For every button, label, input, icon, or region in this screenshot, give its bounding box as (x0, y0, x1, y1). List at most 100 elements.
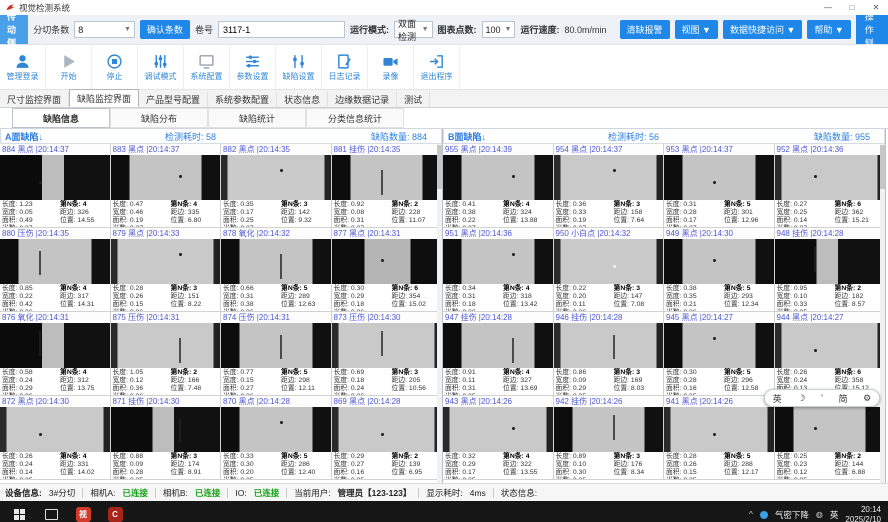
defect-tile[interactable]: 947 挂伤 |20:14:28长度: 0.91宽度: 0.11面积: 0.31… (443, 312, 554, 396)
confirm-strip-button[interactable]: 确认条数 (140, 20, 190, 39)
taskbar-app-2[interactable]: C (100, 501, 130, 522)
defect-tile[interactable]: 955 黑点 |20:14:39长度: 0.41宽度: 0.38面积: 0.22… (443, 144, 554, 228)
defect-tile[interactable]: 943 黑点 |20:14:26长度: 0.32宽度: 0.29面积: 0.17… (443, 396, 554, 480)
start-button[interactable] (4, 501, 34, 522)
tile-header[interactable]: 870 黑点 |20:14:28 (221, 396, 331, 407)
defect-tile[interactable]: 940 黑点 |20:14:26长度: 0.25宽度: 0.23面积: 0.12… (775, 396, 886, 480)
ime-lang-toggle[interactable]: 英 (773, 392, 782, 405)
tile-header[interactable]: 874 压伤 |20:14:31 (221, 312, 331, 323)
tile-header[interactable]: 883 黑点 |20:14:37 (111, 144, 221, 155)
toolbar-button-camera[interactable]: 录像 (368, 45, 414, 89)
strip-count-select[interactable]: 8 ▼ (74, 21, 135, 38)
defect-image[interactable] (443, 239, 553, 284)
defect-tile[interactable]: 884 黑点 |20:14:37长度: 1.23宽度: 0.05面积: 0.49… (0, 144, 111, 228)
defect-tile[interactable]: 944 黑点 |20:14:27长度: 0.26宽度: 0.24面积: 0.13… (775, 312, 886, 396)
defect-tile[interactable]: 949 黑点 |20:14:30长度: 0.38宽度: 0.35面积: 0.21… (664, 228, 775, 312)
defect-image[interactable] (0, 239, 110, 284)
maximize-button[interactable]: □ (840, 0, 864, 15)
tile-header[interactable]: 943 黑点 |20:14:26 (443, 396, 553, 407)
taskbar-app-1[interactable]: 视 (68, 501, 98, 522)
ime-settings-icon[interactable]: ⚙ (863, 393, 871, 404)
main-tab-6[interactable]: 测试 (397, 92, 430, 107)
tile-header[interactable]: 872 黑点 |20:14:30 (0, 396, 110, 407)
defect-tile[interactable]: 953 黑点 |20:14:37长度: 0.31宽度: 0.28面积: 0.17… (664, 144, 775, 228)
sub-tab-1[interactable]: 缺陷分布 (110, 108, 208, 128)
toolbar-button-exit[interactable]: 退出程序 (414, 45, 460, 89)
defect-image[interactable] (664, 323, 774, 368)
defect-image[interactable] (775, 155, 885, 200)
ime-moon-icon[interactable]: ☽ (797, 393, 805, 404)
tile-header[interactable]: 871 挂伤 |20:14:30 (111, 396, 221, 407)
tile-header[interactable]: 949 黑点 |20:14:30 (664, 228, 774, 239)
defect-image[interactable] (443, 155, 553, 200)
tile-header[interactable]: 947 挂伤 |20:14:28 (443, 312, 553, 323)
defect-image[interactable] (0, 407, 110, 452)
defect-image[interactable] (554, 155, 664, 200)
sub-tab-3[interactable]: 分类信息统计 (306, 108, 404, 128)
scrollbar-thumb[interactable] (437, 145, 442, 189)
defect-image[interactable] (664, 155, 774, 200)
defect-tile[interactable]: 869 黑点 |20:14:28长度: 0.29宽度: 0.27面积: 0.16… (332, 396, 443, 480)
defect-tile[interactable]: 945 黑点 |20:14:27长度: 0.30宽度: 0.28面积: 0.16… (664, 312, 775, 396)
taskbar-clock[interactable]: 20:14 2025/2/10 (845, 505, 881, 522)
defect-image[interactable] (0, 155, 110, 200)
defect-tile[interactable]: 871 挂伤 |20:14:30长度: 0.88宽度: 0.09面积: 0.28… (111, 396, 222, 480)
defect-tile[interactable]: 879 黑点 |20:14:33长度: 0.28宽度: 0.26面积: 0.15… (111, 228, 222, 312)
defect-image[interactable] (221, 239, 331, 284)
defect-image[interactable] (664, 407, 774, 452)
ime-language-bar[interactable]: 英 ☽ ' 简 ⚙ (764, 389, 880, 407)
tile-header[interactable]: 882 黑点 |20:14:35 (221, 144, 331, 155)
tile-header[interactable]: 946 挂伤 |20:14:28 (554, 312, 664, 323)
defect-tile[interactable]: 881 挂伤 |20:14:35长度: 0.92宽度: 0.08面积: 0.31… (332, 144, 443, 228)
tile-header[interactable]: 948 挂伤 |20:14:28 (775, 228, 885, 239)
minimize-button[interactable]: — (816, 0, 840, 15)
sub-tab-0[interactable]: 缺陷信息 (12, 108, 110, 128)
defect-tile[interactable]: 875 压伤 |20:14:31长度: 1.05宽度: 0.12面积: 0.36… (111, 312, 222, 396)
defect-tile[interactable]: 877 黑点 |20:14:31长度: 0.30宽度: 0.29面积: 0.18… (332, 228, 443, 312)
tile-header[interactable]: 951 黑点 |20:14:36 (443, 228, 553, 239)
defect-tile[interactable]: 872 黑点 |20:14:30长度: 0.26宽度: 0.24面积: 0.14… (0, 396, 111, 480)
defect-image[interactable] (554, 407, 664, 452)
scrollbar[interactable] (880, 144, 885, 483)
defect-image[interactable] (111, 239, 221, 284)
tile-header[interactable]: 953 黑点 |20:14:37 (664, 144, 774, 155)
tile-header[interactable]: 879 黑点 |20:14:33 (111, 228, 221, 239)
defect-image[interactable] (554, 323, 664, 368)
defect-tile[interactable]: 876 氧化 |20:14:31长度: 0.58宽度: 0.24面积: 0.29… (0, 312, 111, 396)
main-tab-1[interactable]: 缺陷监控界面 (69, 89, 139, 107)
defect-image[interactable] (332, 323, 442, 368)
tray-expand-chevron-icon[interactable]: ^ (749, 510, 753, 519)
toolbar-button-stop[interactable]: 停止 (92, 45, 138, 89)
tile-header[interactable]: 877 黑点 |20:14:31 (332, 228, 442, 239)
defect-tile[interactable]: 950 小白点 |20:14:32长度: 0.22宽度: 0.20面积: 0.1… (554, 228, 665, 312)
defect-tile[interactable]: 880 压伤 |20:14:35长度: 0.85宽度: 0.22面积: 0.42… (0, 228, 111, 312)
tile-header[interactable]: 873 压伤 |20:14:30 (332, 312, 442, 323)
defect-image[interactable] (0, 323, 110, 368)
defect-image[interactable] (775, 323, 885, 368)
toolbar-button-log[interactable]: 日志记录 (322, 45, 368, 89)
defect-image[interactable] (221, 407, 331, 452)
defect-image[interactable] (332, 155, 442, 200)
main-tab-3[interactable]: 系统参数配置 (208, 92, 277, 107)
defect-image[interactable] (332, 407, 442, 452)
defect-tile[interactable]: 870 黑点 |20:14:28长度: 0.33宽度: 0.30面积: 0.20… (221, 396, 332, 480)
defect-image[interactable] (111, 155, 221, 200)
defect-image[interactable] (443, 407, 553, 452)
toolbar-button-play[interactable]: 开始 (46, 45, 92, 89)
toolbar-button-user[interactable]: 管理登录 (0, 45, 46, 89)
sub-tab-2[interactable]: 缺陷统计 (208, 108, 306, 128)
defect-tile[interactable]: 873 压伤 |20:14:30长度: 0.69宽度: 0.18面积: 0.24… (332, 312, 443, 396)
ime-simplified-toggle[interactable]: 简 (838, 392, 847, 405)
defect-image[interactable] (332, 239, 442, 284)
tray-notification-icon[interactable] (760, 511, 768, 519)
defect-tile[interactable]: 954 黑点 |20:14:37长度: 0.36宽度: 0.33面积: 0.19… (554, 144, 665, 228)
tile-header[interactable]: 955 黑点 |20:14:39 (443, 144, 553, 155)
defect-image[interactable] (111, 323, 221, 368)
defect-image[interactable] (775, 407, 885, 452)
defect-tile[interactable]: 946 挂伤 |20:14:28长度: 0.86宽度: 0.09面积: 0.29… (554, 312, 665, 396)
tile-header[interactable]: 942 挂伤 |20:14:26 (554, 396, 664, 407)
tile-header[interactable]: 950 小白点 |20:14:32 (554, 228, 664, 239)
ime-punct-toggle[interactable]: ' (821, 393, 823, 403)
defect-image[interactable] (221, 323, 331, 368)
help-menu-button[interactable]: 帮助 ▼ (807, 20, 850, 39)
